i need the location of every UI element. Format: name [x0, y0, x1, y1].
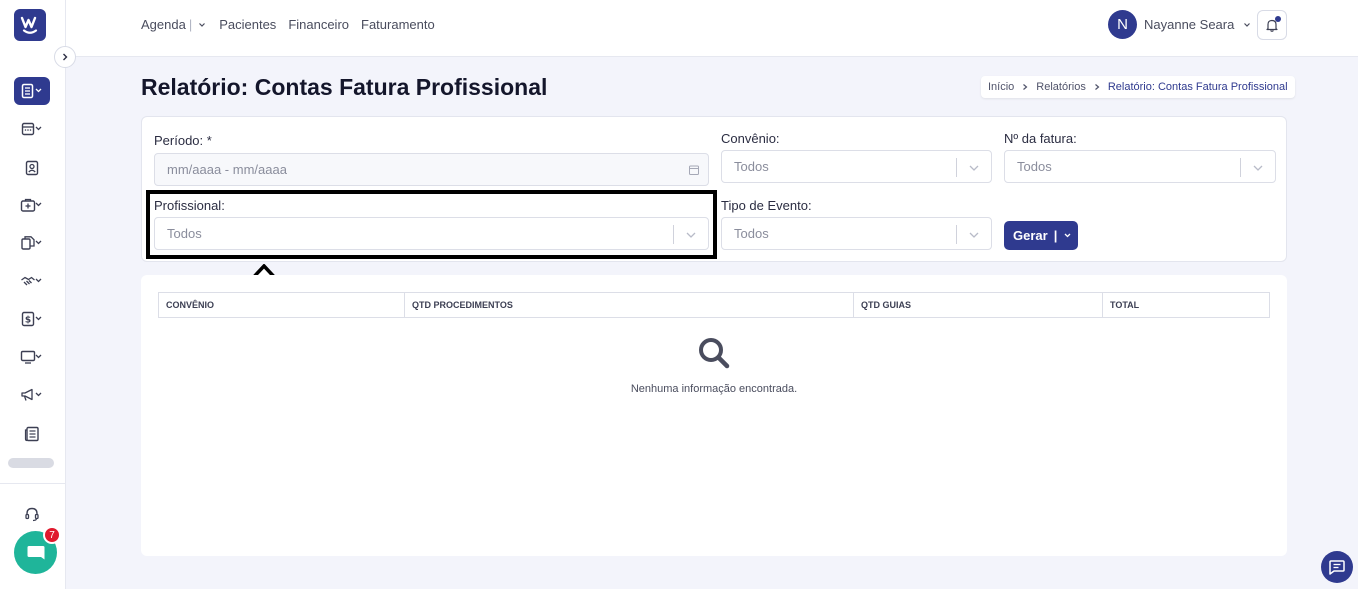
fatura-select[interactable]: Todos: [1004, 150, 1276, 183]
help-chat-button[interactable]: [1321, 551, 1353, 583]
user-name: Nayanne Seara: [1144, 17, 1235, 32]
chevron-down-icon: [969, 232, 979, 238]
highlight-box: [146, 190, 717, 259]
sidebar-item-contacts[interactable]: [14, 154, 50, 182]
chevron-down-icon[interactable]: [197, 20, 207, 30]
breadcrumb: Início Relatórios Relatório: Contas Fatu…: [981, 76, 1295, 98]
message-icon: [1329, 560, 1345, 575]
select-divider: [1240, 158, 1241, 177]
column-header-total[interactable]: TOTAL: [1103, 293, 1269, 317]
sidebar-item-support[interactable]: [14, 500, 50, 528]
chevron-right-icon: [1023, 84, 1028, 90]
contacts-icon: [25, 160, 39, 176]
svg-text:$: $: [25, 316, 31, 326]
megaphone-icon: [21, 388, 42, 401]
convenio-label: Convênio:: [721, 131, 780, 146]
notification-dot: [1275, 16, 1281, 22]
sidebar-item-news[interactable]: [14, 420, 50, 448]
search-icon: [699, 338, 730, 369]
periodo-placeholder: mm/aaaa - mm/aaaa: [167, 162, 287, 177]
evento-value: Todos: [734, 226, 769, 241]
logo-w-icon: [20, 16, 38, 34]
evento-label: Tipo de Evento:: [721, 198, 812, 213]
sidebar-collapse-button[interactable]: [54, 46, 76, 68]
select-divider: [956, 225, 957, 244]
sidebar-item-medical[interactable]: [14, 191, 50, 219]
chevron-down-icon: [969, 165, 979, 171]
gerar-button[interactable]: Gerar |: [1004, 221, 1078, 250]
column-header-convenio[interactable]: CONVÊNIO: [159, 293, 405, 317]
documents-icon: [21, 236, 42, 250]
sidebar: $: [0, 0, 66, 589]
gerar-separator: |: [1053, 228, 1058, 243]
select-divider: [956, 158, 957, 177]
page-title: Relatório: Contas Fatura Profissional: [141, 74, 548, 100]
results-panel: CONVÊNIO QTD PROCEDIMENTOS QTD GUIAS TOT…: [141, 275, 1287, 556]
chevron-down-icon: [1244, 22, 1251, 27]
sidebar-item-agreements[interactable]: [14, 267, 50, 295]
chevron-right-icon: [63, 53, 68, 61]
evento-select[interactable]: Todos: [721, 217, 992, 250]
periodo-label: Período: *: [154, 133, 212, 148]
handshake-icon: [21, 276, 42, 286]
chevron-down-icon[interactable]: [1063, 231, 1072, 240]
column-header-qtd-procedimentos[interactable]: QTD PROCEDIMENTOS: [405, 293, 854, 317]
fatura-label: Nº da fatura:: [1004, 131, 1077, 146]
nav-pacientes[interactable]: Pacientes: [219, 17, 276, 32]
avatar: N: [1108, 10, 1137, 39]
periodo-field[interactable]: mm/aaaa - mm/aaaa: [154, 153, 709, 186]
nav-agenda[interactable]: Agenda: [141, 17, 186, 32]
column-header-qtd-guias[interactable]: QTD GUIAS: [854, 293, 1103, 317]
chevron-right-icon: [1094, 84, 1100, 90]
convenio-select[interactable]: Todos: [721, 150, 992, 183]
breadcrumb-reports[interactable]: Relatórios: [1036, 81, 1086, 93]
calendar-icon: [689, 165, 699, 175]
breadcrumb-current: Relatório: Contas Fatura Profissional: [1107, 81, 1288, 93]
fatura-value: Todos: [1017, 159, 1052, 174]
sidebar-divider: [0, 483, 66, 484]
sidebar-item-finance[interactable]: $: [14, 305, 50, 333]
document-list-icon: [21, 83, 42, 99]
sidebar-item-monitor[interactable]: [14, 343, 50, 371]
table-header: CONVÊNIO QTD PROCEDIMENTOS QTD GUIAS TOT…: [158, 292, 1270, 318]
notifications-button[interactable]: [1257, 10, 1287, 40]
sidebar-item-documents[interactable]: [14, 229, 50, 257]
calendar-icon: [21, 122, 42, 136]
user-menu[interactable]: N Nayanne Seara: [1108, 10, 1252, 39]
sidebar-item-calendar[interactable]: [14, 115, 50, 143]
nav-agenda-separator: |: [188, 17, 193, 32]
monitor-icon: [20, 350, 42, 364]
empty-state-message: Nenhuma informação encontrada.: [630, 383, 798, 395]
nav-financeiro[interactable]: Financeiro: [288, 17, 349, 32]
nav-faturamento[interactable]: Faturamento: [361, 17, 435, 32]
chevron-down-icon: [1253, 165, 1263, 171]
top-navigation: Agenda | Pacientes Financeiro Faturament…: [141, 17, 447, 32]
convenio-value: Todos: [734, 159, 769, 174]
sidebar-scrollbar[interactable]: [8, 458, 54, 468]
chat-icon: [27, 545, 44, 559]
headset-icon: [25, 507, 39, 522]
breadcrumb-home[interactable]: Início: [988, 81, 1014, 93]
gerar-label: Gerar: [1013, 228, 1048, 243]
app-logo[interactable]: [14, 9, 46, 41]
dollar-icon: $: [21, 311, 42, 327]
sidebar-item-marketing[interactable]: [14, 381, 50, 409]
chat-notification-badge: 7: [43, 526, 61, 544]
medical-bag-icon: [20, 198, 42, 212]
newspaper-icon: [24, 426, 39, 442]
top-bar: Agenda | Pacientes Financeiro Faturament…: [66, 0, 1358, 57]
sidebar-item-reports[interactable]: [14, 77, 50, 105]
